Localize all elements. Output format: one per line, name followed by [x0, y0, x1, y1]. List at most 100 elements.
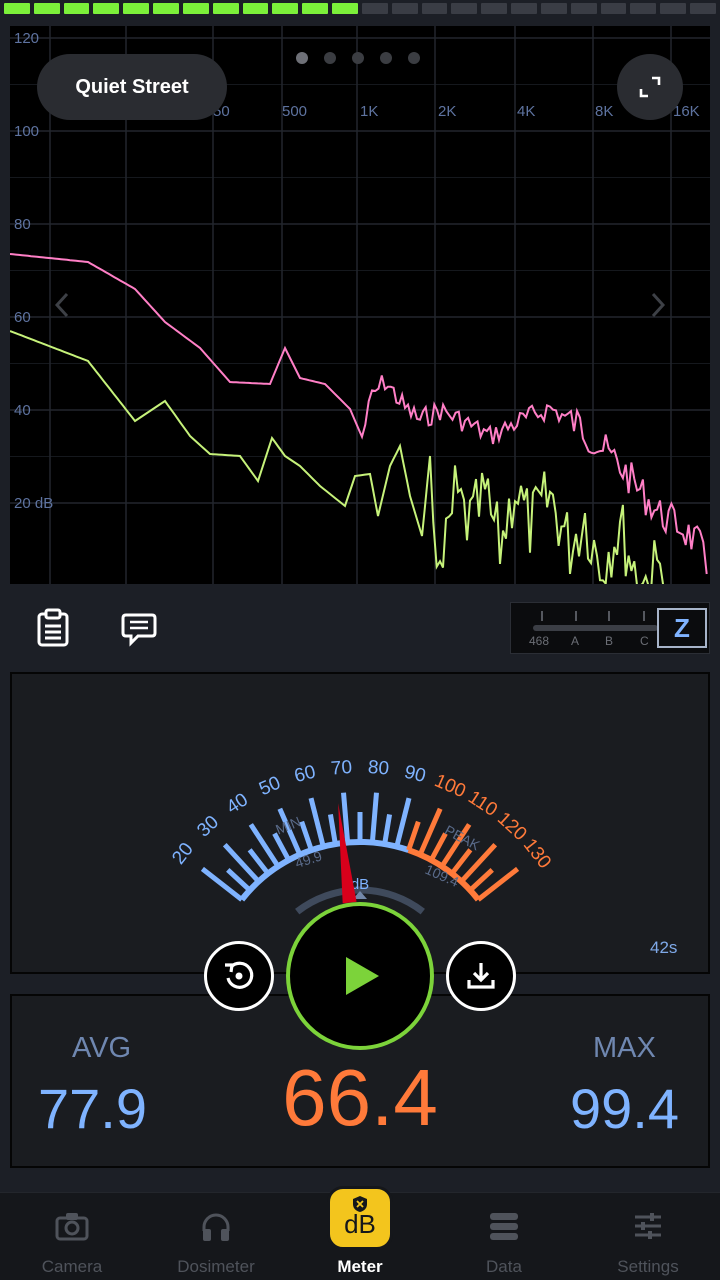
tab-dosimeter[interactable]: Dosimeter	[144, 1193, 288, 1280]
headphones-icon	[202, 1213, 230, 1241]
level-segment	[511, 3, 537, 14]
y-tick-label: 120	[14, 30, 39, 47]
weighting-selected-label: Z	[674, 612, 690, 643]
meter-tick	[327, 814, 338, 845]
x-tick-label: 8K	[595, 103, 613, 120]
level-segment	[242, 3, 269, 14]
current-level-value: 66.4	[282, 1053, 438, 1142]
meter-scale-label: 50	[256, 772, 284, 800]
level-segment	[212, 3, 239, 14]
reset-icon	[225, 961, 254, 989]
level-segment	[391, 3, 418, 14]
meter-tick	[247, 848, 271, 876]
level-segment	[600, 3, 627, 14]
weighting-label: C	[640, 634, 649, 648]
meter-scale-label: 20	[168, 839, 198, 869]
level-segment	[93, 3, 120, 14]
y-tick-label: 100	[14, 123, 39, 140]
peak-label: PEAK	[442, 822, 483, 854]
page-dot[interactable]	[352, 52, 364, 64]
meter-scale-label: 130	[519, 835, 555, 873]
clipboard-icon[interactable]	[35, 608, 71, 648]
fullscreen-button[interactable]	[617, 54, 683, 120]
tab-label: Dosimeter	[177, 1257, 255, 1276]
meter-tick	[406, 820, 421, 851]
level-segment	[660, 3, 687, 14]
database-icon	[490, 1213, 518, 1240]
weighting-tick	[541, 611, 543, 621]
reset-button[interactable]	[204, 941, 274, 1011]
weighting-label: 468	[529, 634, 550, 648]
tab-label: Settings	[617, 1257, 679, 1276]
level-segment	[123, 3, 150, 14]
meter-tick	[272, 832, 291, 862]
level-segment	[481, 3, 508, 14]
tab-label: Camera	[41, 1257, 103, 1276]
weighting-tick	[608, 611, 610, 621]
x-tick-label: 4K	[517, 103, 535, 120]
meter-tick	[226, 868, 252, 893]
sliders-icon	[635, 1213, 661, 1239]
meter-tick	[222, 842, 261, 884]
weighting-label: A	[571, 634, 580, 648]
meter-scale-label: 90	[402, 762, 428, 788]
weighting-selected-button[interactable]: Z	[657, 608, 707, 648]
level-segment	[361, 3, 388, 14]
page-dot[interactable]	[408, 52, 420, 64]
page-indicator	[296, 52, 420, 64]
min-label: MIN	[273, 813, 303, 837]
meter-scale-label: 120	[493, 808, 531, 845]
weighting-tick	[575, 611, 577, 621]
meter-tick	[468, 868, 494, 893]
y-tick-label: 20 dB	[14, 495, 53, 512]
tab-label: Meter	[337, 1257, 383, 1276]
x-tick-label: 500	[282, 103, 307, 120]
level-segment	[302, 3, 329, 14]
play-icon	[346, 957, 379, 995]
shield-icon	[353, 1196, 367, 1212]
page-dot[interactable]	[380, 52, 392, 64]
weighting-tick	[643, 611, 645, 621]
meter-scale-label: 100	[431, 770, 468, 802]
avg-value: 77.9	[38, 1077, 147, 1140]
max-value: 99.4	[570, 1077, 679, 1140]
level-segment	[182, 3, 209, 14]
meter-scale-label: 110	[464, 787, 501, 821]
max-spectrum-line	[10, 253, 708, 575]
level-segment	[33, 3, 60, 14]
frequency-weighting-selector[interactable]: 468 A B C Z	[510, 602, 710, 654]
y-tick-label: 40	[14, 402, 31, 419]
meter-scale-label: 60	[292, 762, 318, 788]
meter-tick	[299, 820, 314, 851]
y-tick-label: 60	[14, 309, 31, 326]
max-label: MAX	[593, 1032, 656, 1064]
db-badge-icon[interactable]: dB	[327, 1186, 393, 1250]
meter-scale-label: 40	[223, 789, 252, 818]
tab-label: Data	[486, 1257, 522, 1276]
meter-tick	[382, 814, 393, 845]
x-tick-label: 2K	[438, 103, 456, 120]
level-segment	[451, 3, 478, 14]
level-segment	[570, 3, 597, 14]
weighting-track[interactable]	[533, 625, 658, 631]
level-segment	[421, 3, 448, 14]
meter-tick	[308, 797, 326, 848]
meter-scale-label: 30	[193, 812, 223, 842]
level-segment	[272, 3, 299, 14]
tab-settings[interactable]: Settings	[576, 1193, 720, 1280]
y-tick-label: 80	[14, 216, 31, 233]
save-button[interactable]	[446, 941, 516, 1011]
play-button[interactable]	[286, 902, 434, 1050]
preset-name-button[interactable]: Quiet Street	[37, 54, 227, 120]
page-dot[interactable]	[324, 52, 336, 64]
tab-camera[interactable]: Camera	[0, 1193, 144, 1280]
chevron-left-icon[interactable]	[52, 290, 72, 320]
tab-data[interactable]: Data	[432, 1193, 576, 1280]
meter-tick	[476, 866, 520, 902]
chevron-right-icon[interactable]	[648, 290, 668, 320]
page-dot[interactable]	[296, 52, 308, 64]
level-segment	[690, 3, 716, 14]
level-segment	[153, 3, 179, 14]
meter-tick	[341, 792, 351, 843]
comment-icon[interactable]	[121, 608, 157, 648]
